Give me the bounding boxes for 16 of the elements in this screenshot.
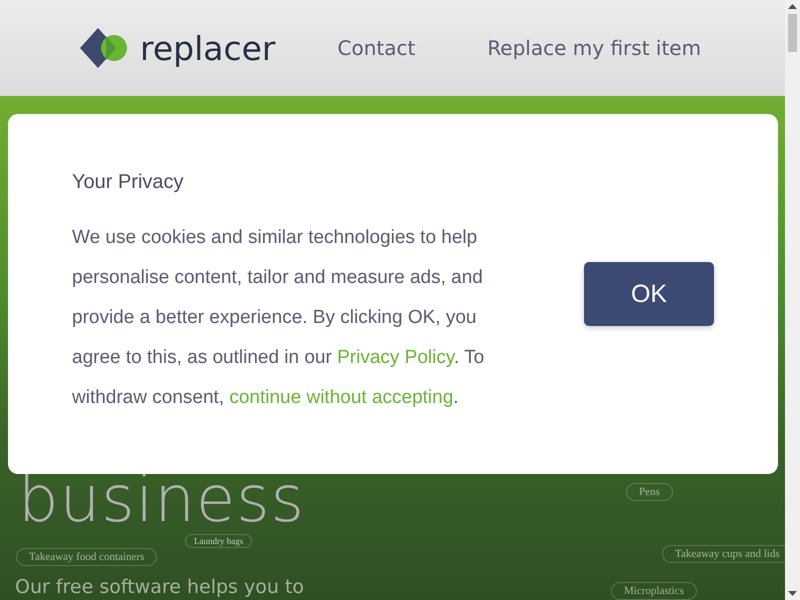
topic-tag: Takeaway food containers [16,548,158,566]
dialog-title: Your Privacy [72,170,185,194]
scrollbar-thumb[interactable] [788,14,797,52]
topic-tag: Laundry bags [185,534,252,548]
nav-link[interactable]: Replace my first item [487,36,702,60]
nav-link[interactable]: Contact [338,36,416,60]
headline: business [18,468,305,532]
subtitle: Our free software helps you to [15,576,304,598]
topic-tag: Pens [626,483,673,501]
scroll-down-icon[interactable] [788,591,797,596]
logo-text[interactable]: replacer [140,28,276,68]
dialog-message: We use cookies and similar technologies to help personalise content, tailor and measure ads, and provide a better experience. By clicking OK, you agree to this, as outlined in our Privacy Policy. To withdraw consent, continue without accepting. [72,226,486,410]
topic-tag: Microplastics [611,582,697,600]
scrollbar[interactable] [785,0,800,600]
ok-button[interactable]: OK [584,262,714,326]
scroll-up-icon[interactable] [788,4,797,9]
